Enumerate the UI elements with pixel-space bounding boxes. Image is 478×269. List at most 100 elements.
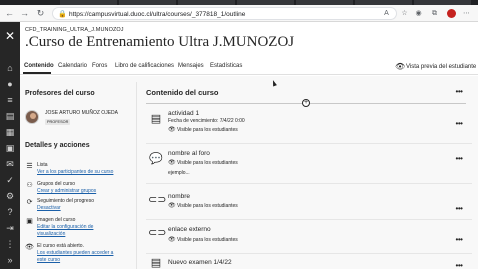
course-details-panel: Profesores del curso Detalles y acciones… — [20, 76, 136, 269]
visibility-label: Visible para los estudiantes — [177, 237, 238, 243]
tab-contenido[interactable]: Contenido — [24, 63, 54, 69]
detail-title: El curso está abierto. — [37, 243, 84, 249]
item-title[interactable]: Nuevo examen 1/4/22 — [168, 259, 232, 267]
tools-icon[interactable]: ⚙ — [4, 190, 16, 202]
course-header: CFD_TRAINING_ULTRA_J.MUNOZOJ .Curso de E… — [20, 22, 478, 60]
eye-icon: 👁 — [168, 203, 176, 209]
tab-foros[interactable]: Foros — [92, 63, 107, 69]
address-bar[interactable]: 🔒 https://campusvirtual.duoc.cl/ultra/co… — [52, 7, 397, 20]
favorite-star-icon[interactable]: ☆ — [400, 9, 409, 18]
course-tabs: Contenido Calendario Foros Libro de cali… — [20, 60, 478, 75]
list-icon: ☰ — [26, 163, 33, 170]
add-content-icon[interactable]: + — [302, 99, 310, 107]
detail-title: Grupos del curso — [37, 181, 76, 187]
eye-icon: 👁 — [168, 237, 176, 243]
assignment-icon: ▤ — [150, 113, 162, 125]
availability-link-cont[interactable]: este curso — [37, 257, 60, 264]
content-more-icon[interactable]: ••• — [453, 88, 465, 96]
forward-arrow-icon[interactable]: → — [19, 8, 30, 19]
student-preview-label: Vista previa del estudiante — [406, 64, 477, 70]
item-description: ejemplo... — [168, 170, 190, 176]
tab-calificaciones[interactable]: Libro de calificaciones — [115, 63, 174, 69]
item-due-date: Fecha de vencimiento: 7/4/22 0:00 — [168, 118, 245, 124]
panel-divider — [136, 82, 137, 269]
teacher-role-badge: PROFESOR — [45, 119, 71, 125]
progress-link[interactable]: Desactivar — [37, 205, 61, 212]
item-more-icon[interactable]: ••• — [453, 120, 465, 128]
groups-link[interactable]: Crear y administrar grupos — [37, 188, 96, 195]
availability-link[interactable]: Los estudiantes pueden acceder a — [37, 250, 113, 257]
profile-avatar-icon[interactable] — [447, 9, 456, 18]
lock-icon: 🔒 — [58, 11, 67, 18]
tab-calendario[interactable]: Calendario — [58, 63, 87, 69]
link-icon: ⊂⊃ — [148, 227, 167, 239]
visibility-label: Visible para los estudiantes — [177, 203, 238, 209]
image-settings-link-cont[interactable]: visualización — [37, 231, 65, 238]
course-code: CFD_TRAINING_ULTRA_J.MUNOZOJ — [25, 27, 124, 33]
eye-icon: 👁 — [25, 244, 34, 251]
refresh-icon[interactable]: ↻ — [35, 8, 46, 19]
detail-title: Imagen del curso — [37, 217, 76, 223]
visibility-label: Visible para los estudiantes — [177, 160, 238, 166]
close-course-icon[interactable]: ✕ — [0, 28, 20, 44]
grades-icon[interactable]: ✓ — [4, 174, 16, 186]
item-title[interactable]: nombre al foro — [168, 150, 210, 158]
content-item[interactable]: ▤ actividad 1 Fecha de vencimiento: 7/4/… — [146, 110, 472, 140]
teacher-name[interactable]: JOSE ARTURO MUÑOZ OJEDA — [45, 110, 118, 116]
item-title[interactable]: actividad 1 — [168, 110, 199, 118]
content-item[interactable]: 💬 nombre al foro 👁 Visible para los estu… — [146, 150, 472, 180]
avatar[interactable] — [25, 110, 39, 124]
menu-dots-icon[interactable]: ⋯ — [462, 9, 471, 18]
item-title[interactable]: enlace externo — [168, 226, 211, 234]
institution-icon[interactable]: ⌂ — [4, 62, 16, 74]
content-item[interactable]: ⊂⊃ enlace externo 👁 Visible para los est… — [146, 226, 472, 248]
expand-icon[interactable]: » — [4, 254, 16, 266]
item-more-icon[interactable]: ••• — [453, 205, 465, 213]
tab-mensajes[interactable]: Mensajes — [178, 63, 204, 69]
settings-icon[interactable]: ⋮ — [4, 238, 16, 250]
test-icon: ▤ — [150, 257, 162, 269]
progress-icon: ⟳ — [26, 199, 33, 206]
details-heading: Detalles y acciones — [25, 142, 90, 149]
activity-icon[interactable]: ≡ — [4, 94, 16, 106]
signout-icon[interactable]: ⇥ — [4, 222, 16, 234]
browser-toolbar: ← → ↻ 🔒 https://campusvirtual.duoc.cl/ul… — [0, 5, 478, 22]
extension-icon[interactable]: ◉ — [414, 9, 423, 18]
calendar-icon[interactable]: ▣ — [4, 142, 16, 154]
active-tab-indicator — [23, 72, 51, 74]
item-title[interactable]: nombre — [168, 193, 190, 201]
visibility-label: Visible para los estudiantes — [177, 127, 238, 133]
preview-eye-icon: 👁 — [395, 62, 406, 71]
item-more-icon[interactable]: ••• — [453, 262, 465, 269]
content-heading: Contenido del curso — [146, 88, 219, 97]
detail-roster: ☰ Lista Ver a los participantes de su cu… — [25, 162, 145, 182]
read-aloud-icon[interactable]: A — [382, 9, 391, 18]
collections-icon[interactable]: ⧉ — [430, 9, 439, 18]
detail-image: ▣ Imagen del curso Editar la configuraci… — [25, 217, 145, 237]
item-divider — [146, 183, 472, 184]
detail-progress: ⟳ Seguimiento del progreso Desactivar — [25, 198, 145, 218]
profile-icon[interactable]: ● — [4, 78, 16, 90]
groups-icon: ⚇ — [26, 182, 33, 189]
link-icon: ⊂⊃ — [148, 194, 167, 206]
back-arrow-icon[interactable]: ← — [4, 8, 15, 19]
messages-icon[interactable]: ✉ — [4, 158, 16, 170]
image-icon: ▣ — [26, 218, 33, 225]
item-more-icon[interactable]: ••• — [453, 155, 465, 163]
detail-title: Lista — [37, 162, 48, 168]
item-more-icon[interactable]: ••• — [453, 236, 465, 244]
roster-link[interactable]: Ver a los participantes de su curso — [37, 169, 113, 176]
image-settings-link[interactable]: Editar la configuración de — [37, 224, 93, 231]
teachers-heading: Profesores del curso — [25, 90, 95, 97]
content-item[interactable]: ⊂⊃ nombre 👁 Visible para los estudiantes… — [146, 193, 472, 215]
tab-estadisticas[interactable]: Estadísticas — [210, 63, 242, 69]
courses-icon[interactable]: ▤ — [4, 110, 16, 122]
eye-icon: 👁 — [168, 127, 176, 133]
help-icon[interactable]: ? — [4, 206, 16, 218]
organizations-icon[interactable]: ▦ — [4, 126, 16, 138]
item-divider — [146, 143, 472, 144]
eye-icon: 👁 — [168, 160, 176, 166]
content-item[interactable]: ▤ Nuevo examen 1/4/22 ••• — [146, 257, 472, 269]
url-text: https://campusvirtual.duoc.cl/ultra/cour… — [69, 11, 246, 18]
detail-title: Seguimiento del progreso — [37, 198, 94, 204]
